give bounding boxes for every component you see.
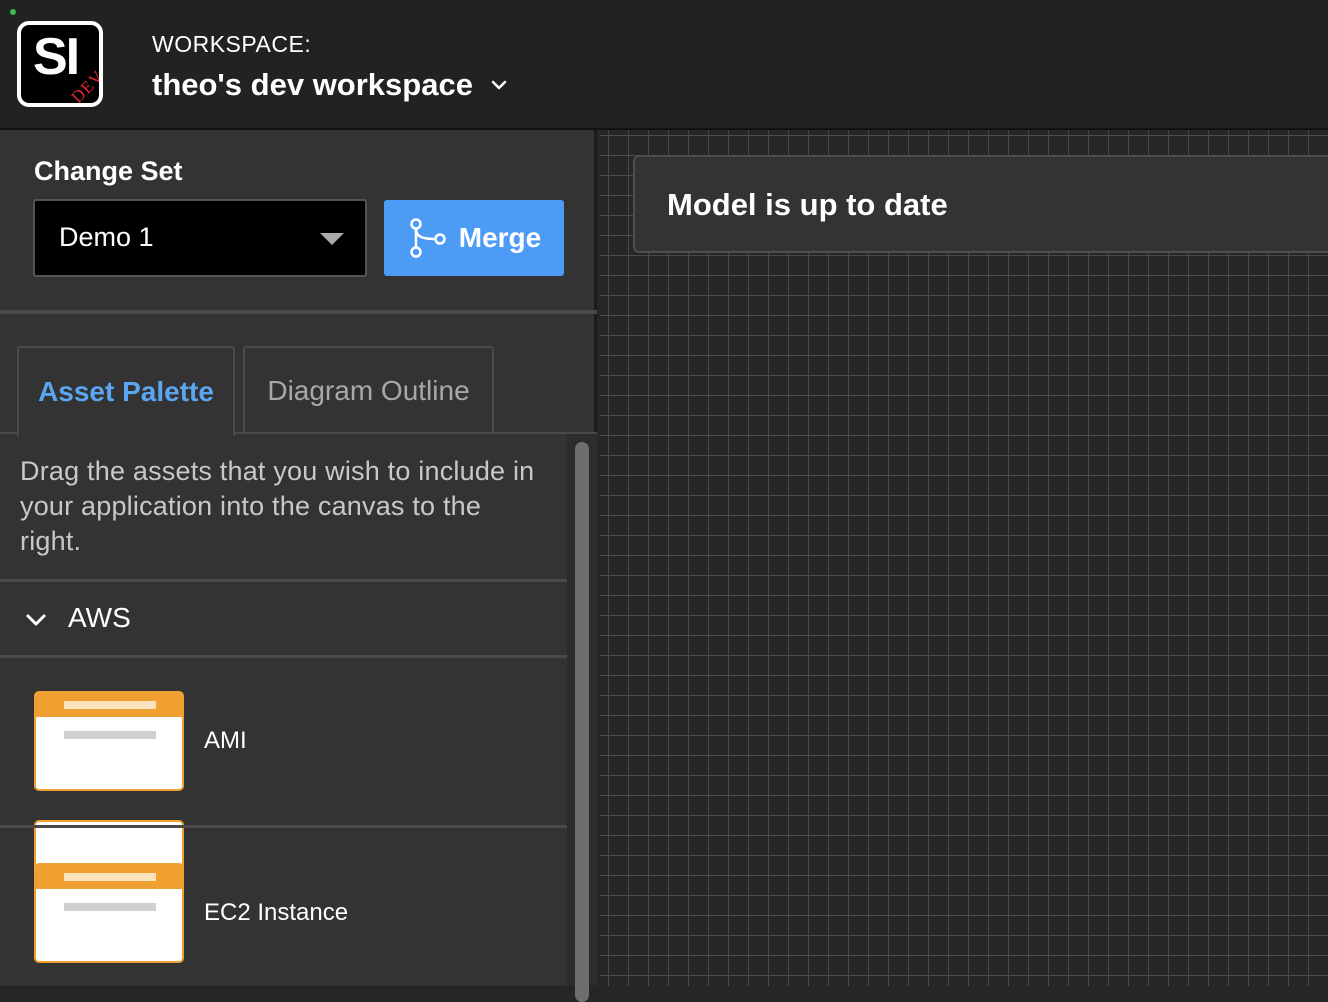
asset-node-icon[interactable] xyxy=(34,863,184,963)
asset-label-ec2-instance[interactable]: EC2 Instance xyxy=(204,899,348,927)
workspace-label: WORKSPACE: xyxy=(152,31,312,57)
palette-description: Drag the assets that you wish to include… xyxy=(20,456,535,556)
workspace-name: theo's dev workspace xyxy=(152,67,473,102)
change-set-title: Change Set xyxy=(34,156,183,186)
palette-scrollbar[interactable] xyxy=(567,434,597,1002)
diagram-canvas[interactable] xyxy=(600,130,1328,986)
caret-down-icon xyxy=(320,233,344,245)
divider xyxy=(0,310,597,314)
tab-diagram-outline[interactable]: Diagram Outline xyxy=(243,346,494,434)
top-bar: SI DEV WORKSPACE: theo's dev workspace xyxy=(0,0,1328,130)
change-set-select[interactable]: Demo 1 xyxy=(33,199,367,277)
chevron-down-icon xyxy=(26,614,46,626)
group-label: AWS xyxy=(68,602,131,633)
git-merge-icon xyxy=(410,218,446,258)
scrollbar-thumb[interactable] xyxy=(575,442,589,1002)
model-status-text: Model is up to date xyxy=(667,187,948,222)
asset-label-ami[interactable]: AMI xyxy=(204,727,247,755)
merge-label: Merge xyxy=(458,222,542,253)
change-set-selected-value: Demo 1 xyxy=(59,222,154,252)
logo-text: SI xyxy=(33,28,80,86)
model-status-card: Model is up to date xyxy=(633,155,1328,253)
divider xyxy=(0,825,567,828)
group-header-aws[interactable]: AWS xyxy=(0,582,567,656)
workspace-selector[interactable]: theo's dev workspace xyxy=(152,67,509,103)
tab-asset-palette[interactable]: Asset Palette xyxy=(17,346,235,436)
left-panel: Change Set Demo 1 Merge Asset Palette Di… xyxy=(0,130,597,1002)
merge-button[interactable]: Merge xyxy=(384,200,564,276)
app-logo[interactable]: SI DEV xyxy=(17,21,103,107)
asset-node-icon[interactable] xyxy=(34,691,184,791)
status-dot xyxy=(10,9,16,15)
chevron-down-icon xyxy=(491,80,507,90)
